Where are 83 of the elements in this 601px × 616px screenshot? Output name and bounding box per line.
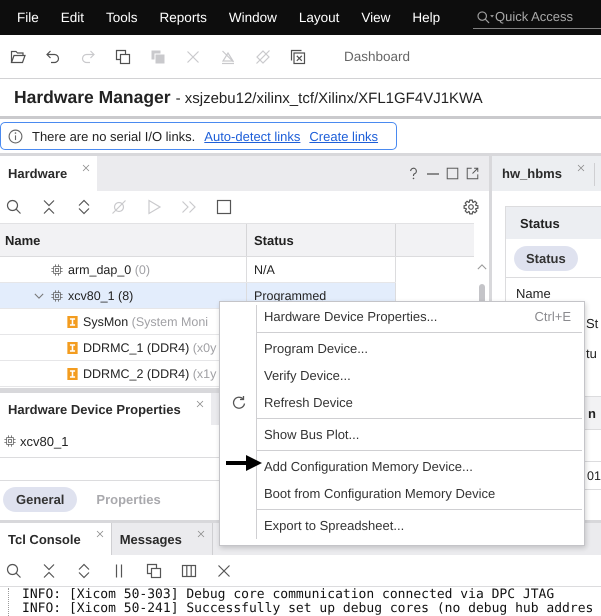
panel-tab[interactable]: Hardware — [0, 156, 98, 191]
menu-item[interactable]: View — [350, 10, 402, 26]
console-line: INFO: [Xicom 50-303] Debug core communication connected via DPC JTAG — [22, 588, 556, 602]
expand-all-icon[interactable] — [76, 562, 92, 578]
menu-item[interactable]: Export to Spreadsheet... — [220, 512, 584, 539]
menu-item[interactable]: Boot from Configuration Memory Device — [220, 480, 584, 507]
object-name: xcv80_1 — [20, 434, 68, 448]
table-cell: 01 — [587, 468, 601, 482]
menu-item[interactable]: Edit — [50, 10, 96, 26]
field-value: tu — [586, 346, 598, 360]
shortcut-text: Ctrl+E — [534, 309, 572, 324]
field-label: Name — [516, 286, 552, 300]
menu-item[interactable]: Tools — [95, 10, 149, 26]
device-detail: (x0y — [192, 340, 216, 354]
connection-path: - xsjzebu12/xilinx_tcf/Xilinx/XFL1GF4VJ1KWA — [176, 90, 483, 107]
copy-icon[interactable] — [115, 48, 131, 64]
column-header[interactable]: n — [587, 406, 601, 420]
close-window-icon[interactable] — [290, 48, 306, 64]
close-icon[interactable] — [196, 400, 204, 408]
copy-icon[interactable] — [146, 562, 162, 578]
search-icon[interactable] — [6, 199, 22, 215]
dashboard-button[interactable]: Dashboard — [344, 49, 410, 64]
column-header[interactable]: Name — [0, 224, 247, 256]
undo-icon[interactable] — [45, 48, 61, 64]
device-detail: (0) — [134, 262, 150, 276]
core-icon — [67, 342, 78, 354]
banner-message: There are no serial I/O links. — [32, 128, 196, 144]
expand-all-icon[interactable] — [76, 199, 92, 215]
panel-tab[interactable]: Tcl Console — [0, 523, 112, 555]
sub-tab[interactable]: Status — [514, 246, 578, 270]
stop-icon[interactable] — [216, 199, 232, 215]
column-header[interactable]: Status — [247, 224, 396, 256]
device-name: xcv80_1 (8) — [68, 288, 134, 302]
device-detail: (x1y — [192, 366, 216, 380]
menu-item[interactable]: Help — [401, 10, 452, 26]
field-value: St — [586, 316, 600, 330]
device-name: DDRMC_2 (DDR4) — [83, 366, 190, 380]
device-name: DDRMC_1 (DDR4) — [83, 340, 190, 354]
status-text: Programmed — [254, 288, 326, 302]
page-title: Hardware Manager — [14, 87, 171, 108]
collapse-all-icon[interactable] — [41, 199, 57, 215]
menu-item[interactable]: Layout — [288, 10, 350, 26]
close-icon[interactable] — [576, 164, 585, 172]
device-detail: (System Moni — [132, 314, 208, 328]
panel-tab[interactable]: Hardware Device Properties — [0, 393, 211, 425]
device-name: arm_dap_0 — [68, 262, 132, 276]
status-text: N/A — [254, 262, 275, 276]
info-icon — [8, 128, 23, 144]
help-icon[interactable] — [407, 167, 420, 180]
caret-up-icon[interactable] — [476, 264, 486, 270]
sub-tab[interactable]: General — [3, 486, 78, 512]
chip-icon — [51, 264, 63, 276]
settings-icon[interactable] — [463, 199, 479, 215]
cross-icon[interactable] — [216, 562, 232, 578]
minimize-icon[interactable] — [427, 172, 439, 174]
close-icon[interactable] — [82, 164, 90, 172]
console-line: INFO: [Xicom 50-241] Successfully set up debug cores (no debug hub addres — [22, 602, 594, 616]
close-icon[interactable] — [196, 530, 205, 538]
search-icon — [476, 10, 495, 25]
panel-tab[interactable]: Messages — [112, 523, 213, 555]
link[interactable]: Auto-detect links — [204, 128, 300, 144]
columns-icon[interactable] — [181, 562, 197, 578]
maximize-icon[interactable] — [446, 167, 459, 180]
menu-item[interactable]: Show Bus Plot... — [220, 421, 584, 448]
device-name: SysMon — [83, 314, 128, 328]
close-icon[interactable] — [96, 530, 104, 538]
chip-icon — [51, 290, 63, 302]
chevron-down-icon[interactable] — [34, 292, 44, 298]
menu-item[interactable]: Refresh Device — [220, 389, 584, 416]
menu-item[interactable]: Reports — [148, 10, 218, 26]
menu-item[interactable]: File — [6, 10, 50, 26]
core-icon — [67, 316, 78, 328]
chip-icon — [4, 435, 16, 447]
search-icon[interactable] — [6, 562, 22, 578]
core-icon — [67, 368, 78, 380]
menu-item[interactable]: Add Configuration Memory Device... — [220, 453, 584, 480]
folder-icon[interactable] — [10, 48, 26, 64]
float-window-icon[interactable] — [466, 167, 479, 180]
menu-item[interactable]: Window — [218, 10, 288, 26]
section-header: Status — [506, 207, 601, 239]
collapse-all-icon[interactable] — [41, 562, 57, 578]
quick-access-field[interactable]: Quick Access — [473, 5, 601, 29]
link[interactable]: Create links — [309, 128, 378, 144]
